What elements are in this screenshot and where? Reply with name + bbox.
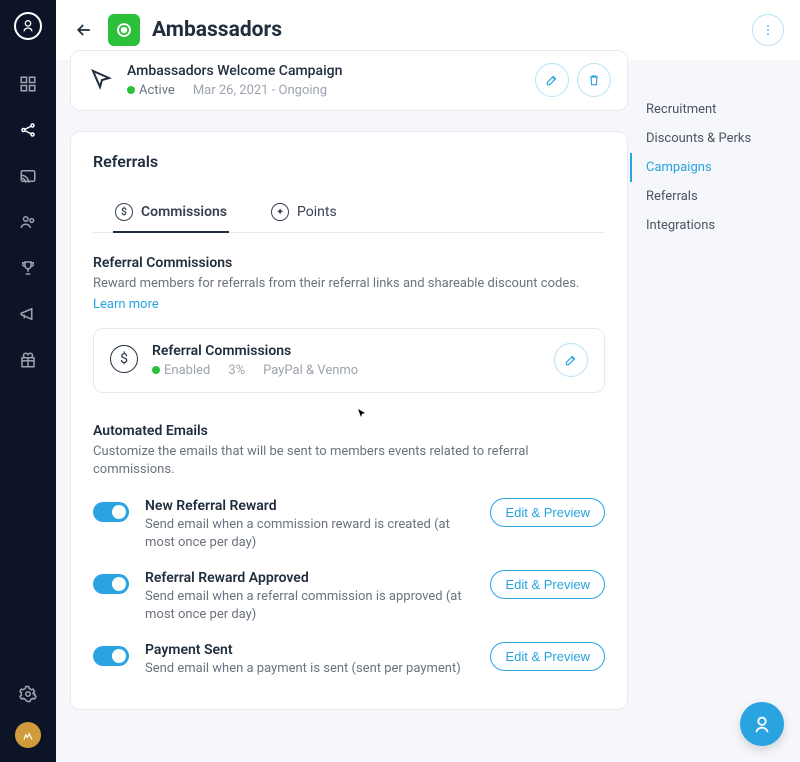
refbox-methods: PayPal & Venmo <box>263 363 358 378</box>
inpage-nav-campaigns[interactable]: Campaigns <box>630 153 760 182</box>
nav-people-icon[interactable] <box>16 210 40 234</box>
toggle-payment-sent[interactable] <box>93 646 129 666</box>
inpage-nav-recruitment[interactable]: Recruitment <box>630 95 760 124</box>
referrals-section: Referrals $ Commissions ✦ Points Referra… <box>70 131 628 710</box>
more-actions-button[interactable] <box>752 14 784 46</box>
nav-trophy-icon[interactable] <box>16 256 40 280</box>
referrals-tabs: $ Commissions ✦ Points <box>93 193 605 233</box>
toggle-new-reward[interactable] <box>93 502 129 522</box>
email-desc: Send email when a referral commission is… <box>145 588 474 624</box>
left-nav-rail <box>0 0 56 762</box>
campaign-date: Mar 26, 2021 - Ongoing <box>193 83 327 98</box>
app-logo[interactable] <box>14 12 42 40</box>
referrals-heading: Referrals <box>93 152 605 171</box>
tab-points-label: Points <box>297 204 337 220</box>
dollar-icon: $ <box>115 203 133 221</box>
nav-cast-icon[interactable] <box>16 164 40 188</box>
automated-emails-title: Automated Emails <box>93 423 605 439</box>
inpage-nav: Recruitment Discounts & Perks Campaigns … <box>630 95 760 240</box>
program-icon <box>108 14 140 46</box>
email-row-payment-sent: Payment Sent Send email when a payment i… <box>93 642 605 678</box>
referral-commissions-box: $ Referral Commissions Enabled 3% PayPal… <box>93 328 605 393</box>
delete-campaign-button[interactable] <box>577 63 611 97</box>
refbox-status: Enabled <box>164 363 210 378</box>
inpage-nav-referrals[interactable]: Referrals <box>630 182 760 211</box>
automated-emails-subtitle: Customize the emails that will be sent t… <box>93 443 605 479</box>
refbox-rate: 3% <box>228 363 245 378</box>
referral-commissions-title: Referral Commissions <box>93 255 605 271</box>
dollar-circle-icon: $ <box>110 345 138 373</box>
email-title: Payment Sent <box>145 642 474 658</box>
campaign-card[interactable]: Ambassadors Welcome Campaign Active Mar … <box>70 50 628 111</box>
edit-preview-button[interactable]: Edit & Preview <box>490 570 605 599</box>
edit-preview-button[interactable]: Edit & Preview <box>490 642 605 671</box>
tab-commissions[interactable]: $ Commissions <box>113 193 229 233</box>
page-title: Ambassadors <box>152 18 282 42</box>
main-content: Ambassadors Welcome Campaign Active Mar … <box>70 50 632 762</box>
toggle-reward-approved[interactable] <box>93 574 129 594</box>
nav-megaphone-icon[interactable] <box>16 302 40 326</box>
referral-commissions-subtitle: Reward members for referrals from their … <box>93 275 605 293</box>
chat-fab[interactable] <box>740 702 784 746</box>
inpage-nav-discounts[interactable]: Discounts & Perks <box>630 124 760 153</box>
email-row-new-reward: New Referral Reward Send email when a co… <box>93 498 605 552</box>
tab-points[interactable]: ✦ Points <box>269 193 339 233</box>
edit-campaign-button[interactable] <box>535 63 569 97</box>
email-row-reward-approved: Referral Reward Approved Send email when… <box>93 570 605 624</box>
email-desc: Send email when a payment is sent (sent … <box>145 660 474 678</box>
nav-share-icon[interactable] <box>16 118 40 142</box>
refbox-edit-button[interactable] <box>554 343 588 377</box>
campaign-status: Active <box>139 83 175 98</box>
email-title: Referral Reward Approved <box>145 570 474 586</box>
user-avatar[interactable] <box>15 722 41 748</box>
inpage-nav-integrations[interactable]: Integrations <box>630 211 760 240</box>
campaign-title: Ambassadors Welcome Campaign <box>127 63 535 79</box>
nav-settings-icon[interactable] <box>16 682 40 706</box>
nav-gift-icon[interactable] <box>16 348 40 372</box>
edit-preview-button[interactable]: Edit & Preview <box>490 498 605 527</box>
tab-commissions-label: Commissions <box>141 204 227 220</box>
email-title: New Referral Reward <box>145 498 474 514</box>
star-icon: ✦ <box>271 203 289 221</box>
nav-dashboard-icon[interactable] <box>16 72 40 96</box>
learn-more-link[interactable]: Learn more <box>93 297 159 312</box>
refbox-title: Referral Commissions <box>152 343 554 359</box>
back-button[interactable] <box>72 18 96 42</box>
email-desc: Send email when a commission reward is c… <box>145 516 474 552</box>
cursor-icon <box>87 65 115 93</box>
